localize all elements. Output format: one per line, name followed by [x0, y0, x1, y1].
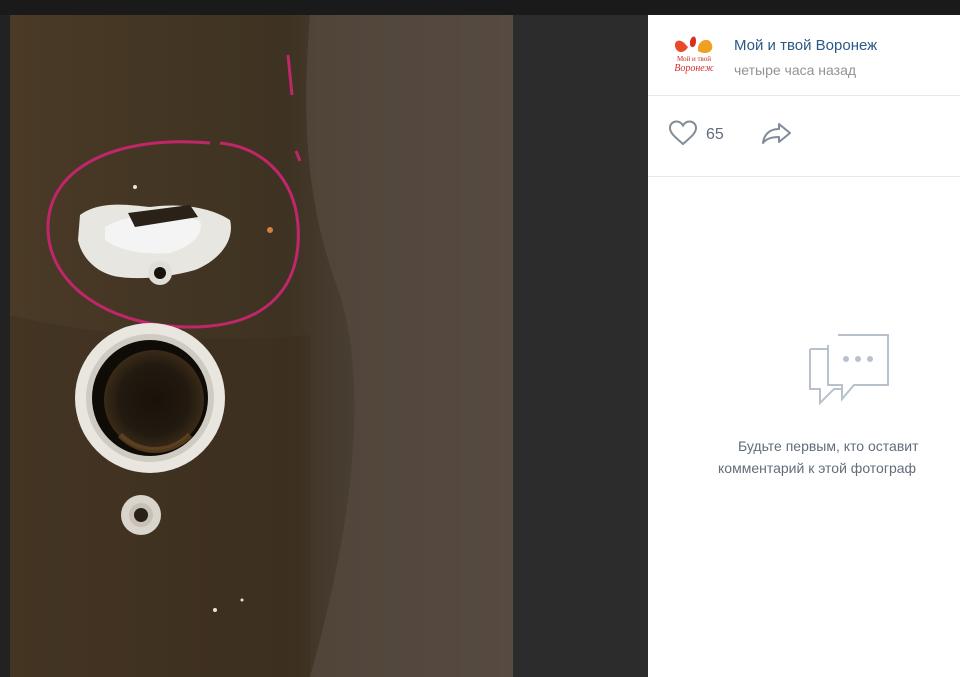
empty-comments-line2: комментарий к этой фотограф: [718, 460, 917, 476]
share-arrow-icon: [761, 121, 793, 150]
avatar-text-bottom: Воронеж: [674, 63, 714, 74]
side-panel: Мой и твой Воронеж Мой и твой Воронеж че…: [648, 15, 960, 677]
top-strip: [0, 0, 960, 15]
photo-image: [10, 15, 513, 677]
post-photo[interactable]: [10, 15, 513, 677]
avatar-text-top: Мой и твой: [677, 55, 711, 63]
avatar-logo: Мой и твой Воронеж: [674, 36, 714, 74]
author-avatar[interactable]: Мой и твой Воронеж: [666, 33, 722, 75]
empty-comments-line1: Будьте первым, кто оставит: [738, 438, 919, 454]
post-actions: 65: [648, 96, 960, 177]
share-button[interactable]: [760, 120, 794, 150]
photo-viewer: [0, 15, 648, 677]
empty-comments-message: Будьте первым, кто оставит комментарий к…: [718, 435, 960, 479]
viewer-gutter: [0, 15, 10, 677]
like-count: 65: [706, 126, 724, 143]
post-header: Мой и твой Воронеж Мой и твой Воронеж че…: [648, 15, 960, 96]
heart-outline-icon: [668, 119, 698, 151]
author-name-link[interactable]: Мой и твой Воронеж: [734, 37, 877, 54]
like-button[interactable]: 65: [668, 119, 724, 151]
post-time[interactable]: четыре часа назад: [734, 62, 856, 78]
chat-bubbles-icon: [808, 333, 892, 409]
